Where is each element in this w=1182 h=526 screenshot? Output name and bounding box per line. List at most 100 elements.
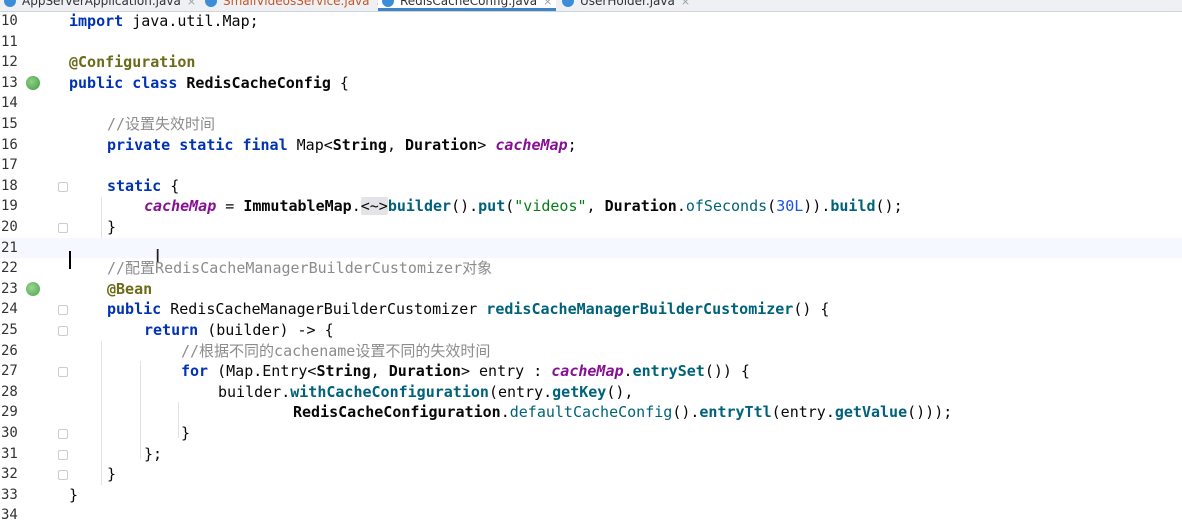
code-token: } [107,465,117,484]
code-text: @Configuration [69,52,195,73]
java-file-icon [205,0,217,7]
code-token: Map< [287,135,333,154]
code-text: } [107,464,116,485]
line-number: 18 [1,177,18,194]
line-number: 31 [1,445,18,462]
code-line: 24 public RedisCacheManagerBuilderCustom… [0,299,1182,320]
code-text: //设置失效时间 [107,114,215,135]
method-call: getValue [834,403,908,422]
line-number: 29 [1,404,18,421]
line-number: 20 [1,219,18,235]
code-line: 15 //设置失效时间 [0,114,1182,135]
class-name: RedisCacheConfig [186,73,331,92]
code-token: (entry. [488,382,553,401]
fold-marker[interactable] [58,367,68,378]
method-declaration: redisCacheManagerBuilderCustomizer [486,300,794,319]
keyword: return [144,321,199,339]
text-caret [69,251,71,269]
close-icon[interactable]: × [681,0,690,8]
code-text: RedisCacheConfiguration.defaultCacheConf… [293,402,952,423]
code-token: > entry : [460,362,552,381]
code-token: . [351,197,361,216]
tab-app-server-application[interactable]: AppServerApplication.java × [4,0,196,11]
keyword: import [69,12,124,30]
code-line: 27 for (Map.Entry<String, Duration> entr… [0,361,1182,382]
class-name: Duration [405,135,478,154]
tab-small-videos-service[interactable]: SmallVideosService.java × [205,0,385,11]
code-token: ())); [907,403,953,422]
fold-marker[interactable] [58,305,68,316]
tab-user-holder[interactable]: UserHolder.java × [562,0,690,11]
fold-marker[interactable] [58,181,68,192]
keyword: private static final [107,135,288,154]
line-number: 24 [1,301,18,318]
code-text: private static final Map<String, Duratio… [107,135,577,156]
line-number: 33 [1,486,18,503]
class-name: String [332,135,387,154]
code-token: builder [218,382,282,401]
close-icon[interactable]: × [543,0,552,8]
folded-type-args[interactable]: <~> [360,197,388,216]
code-token: , [370,362,389,381]
field-name: cacheMap [551,362,624,381]
spring-config-icon[interactable] [26,75,40,90]
code-token: (). [451,197,479,216]
code-token: java.util. [123,12,223,30]
tab-redis-cache-config[interactable]: RedisCacheConfig.java × [378,0,557,11]
code-token: ; [249,12,259,30]
line-number: 17 [1,157,18,174]
code-token: )). [803,197,831,216]
line-number: 21 [1,239,18,256]
code-editor[interactable]: 10 import java.util.Map; 11 12 @Configur… [0,11,1182,523]
code-line: 31 }; [0,444,1182,465]
line-number: 12 [1,54,18,71]
code-line-current: 21 [0,237,1182,259]
field-name: cacheMap [495,135,568,154]
line-number: 28 [1,383,18,400]
code-text: static { [107,176,179,197]
tab-label: UserHolder.java [580,0,675,8]
line-number: 25 [1,322,18,338]
fold-marker[interactable] [58,449,68,460]
keyword: public [107,300,162,319]
code-token: = [216,197,244,216]
line-number: 30 [1,425,18,441]
code-line: 26 //根据不同的cachename设置不同的失效时间 [0,341,1182,362]
code-text: public RedisCacheManagerBuilderCustomize… [107,299,829,320]
class-name: Map [222,12,250,30]
java-file-icon [382,0,394,7]
fold-marker[interactable] [58,470,68,481]
code-line: 25 return (builder) -> { [0,320,1182,341]
code-line: 28 builder.withCacheConfiguration(entry.… [0,382,1182,403]
code-token: , [586,197,605,216]
code-text: for (Map.Entry<String, Duration> entry :… [181,361,750,382]
code-text: //根据不同的cachename设置不同的失效时间 [181,341,490,362]
number-literal: 30L [776,197,804,216]
code-token: > [477,135,496,154]
method-call: entrySet [632,362,705,381]
method-call: withCacheConfiguration [290,382,489,401]
close-icon[interactable]: × [187,0,196,8]
code-text: @Bean [107,279,152,300]
code-token: , [386,135,406,154]
code-token: (entry. [771,403,835,422]
code-token: } [181,424,191,442]
code-text: //配置RedisCacheManagerBuilderCustomizer对象 [107,258,492,279]
code-token: (); [875,197,903,216]
fold-marker[interactable] [58,326,68,336]
code-token: { [330,73,349,92]
code-token: (builder) -> { [198,321,334,339]
keyword: static [107,176,162,195]
fold-marker[interactable] [58,429,68,439]
spring-bean-icon[interactable] [26,281,40,296]
java-file-icon [562,0,574,7]
string-literal: "videos" [514,197,587,216]
code-line: 22 //配置RedisCacheManagerBuilderCustomize… [0,258,1182,279]
line-number: 16 [1,136,18,153]
code-token: { [161,176,180,195]
code-token: (Map.Entry< [208,362,317,381]
field-name: cacheMap [144,197,217,216]
fold-marker[interactable] [58,223,68,233]
code-text: public class RedisCacheConfig { [69,73,349,94]
code-text: } [107,217,116,238]
